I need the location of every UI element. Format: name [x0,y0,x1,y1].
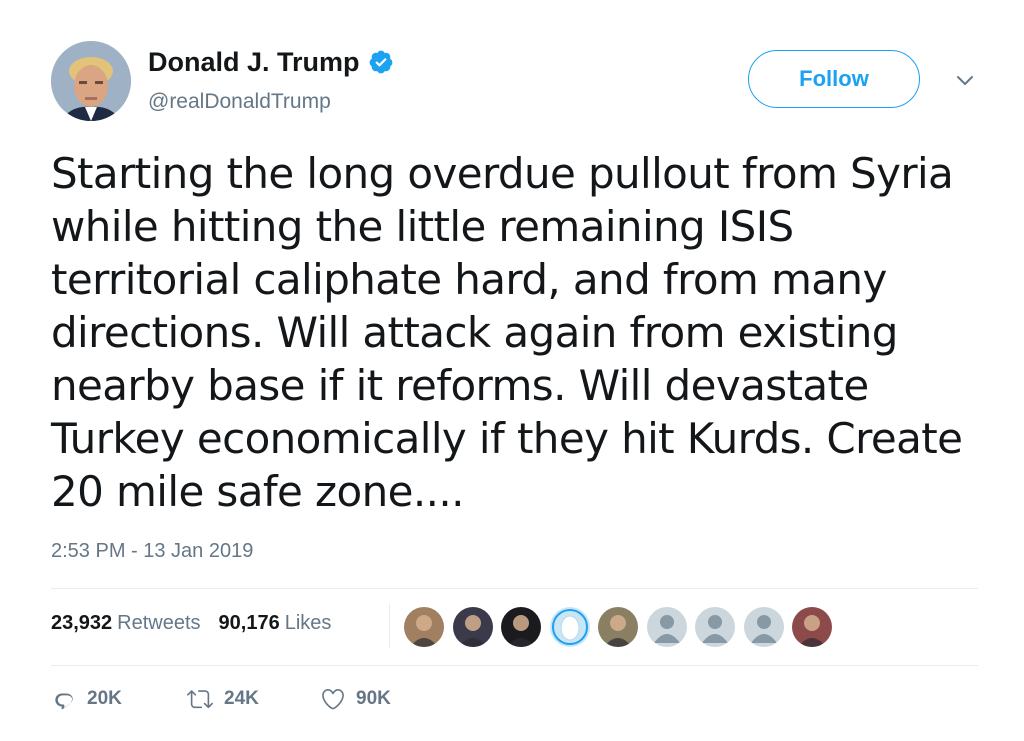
user-avatar-photo-icon [792,607,832,647]
reply-count: 20K [87,688,122,709]
liker-avatar[interactable] [695,607,735,647]
divider [51,588,978,589]
tweet-actions: 20K 24K 90K [51,686,391,712]
liker-avatar[interactable] [452,607,493,647]
author-handle[interactable]: @realDonaldTrump [148,90,331,114]
author-name-row: Donald J. Trump [148,44,394,80]
likes-label: Likes [284,612,332,634]
egg-avatar-icon [549,607,590,647]
retweets-count: 23,932 [51,612,113,634]
liker-avatar[interactable] [501,607,541,647]
tweet-text-line: Starting the long overdue pullout from S… [51,149,954,198]
tweet-text-line: directions. Will attack again from exist… [51,308,898,357]
tweet-text-line: 20 mile safe zone.... [51,467,464,516]
heart-icon [322,688,344,710]
retweets-label: Retweets [117,612,201,634]
stats-separator [389,604,390,648]
tweet-card: Donald J. Trump @realDonaldTrump Follow … [0,0,1024,741]
default-avatar-icon [743,607,784,647]
likes-stat[interactable]: 90,176 Likes [219,612,332,635]
liker-avatar[interactable] [404,607,444,647]
verified-badge-icon [368,49,394,75]
tweet-timestamp[interactable]: 2:53 PM - 13 Jan 2019 [51,540,253,563]
divider [51,665,978,666]
liker-avatar[interactable] [743,607,784,647]
user-avatar-photo-icon [598,607,638,647]
like-button[interactable]: 90K [320,686,391,712]
tweet-text-line: Turkey economically if they hit Kurds. C… [51,414,963,463]
default-avatar-icon [646,607,687,647]
retweet-icon [187,690,213,709]
tweet-text-line: territorial caliphate hard, and from man… [51,255,887,304]
reply-icon [55,693,73,710]
author-display-name[interactable]: Donald J. Trump [148,47,360,78]
user-avatar-photo-icon [452,607,493,647]
tweet-text-line: nearby base if it reforms. Will devastat… [51,361,869,410]
liker-avatar[interactable] [598,607,638,647]
reply-button[interactable]: 20K [51,686,186,712]
likes-count: 90,176 [218,612,280,634]
author-avatar[interactable] [51,41,131,121]
liker-avatar[interactable] [792,607,832,647]
retweet-button[interactable]: 24K [186,686,320,712]
tweet-stats: 23,932 Retweets 90,176 Likes [51,612,331,635]
liker-avatar[interactable] [646,607,687,647]
tweet-text-line: while hitting the little remaining ISIS [51,202,794,251]
chevron-down-icon[interactable] [953,72,977,90]
liker-avatar[interactable] [549,607,590,647]
liker-avatars [404,607,841,647]
retweets-stat[interactable]: 23,932 Retweets [51,612,201,635]
retweet-count: 24K [224,688,259,709]
tweet-text: Starting the long overdue pullout from S… [51,147,971,518]
like-count: 90K [356,688,391,709]
default-avatar-icon [695,607,735,647]
follow-button[interactable]: Follow [748,50,920,108]
author-photo-icon [51,41,131,121]
user-avatar-photo-icon [404,607,444,647]
user-avatar-photo-icon [501,607,541,647]
